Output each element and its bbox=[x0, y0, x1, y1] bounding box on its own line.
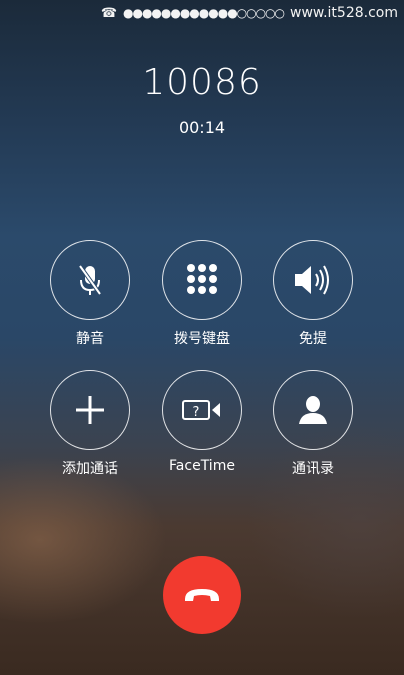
speaker-button[interactable] bbox=[273, 240, 353, 320]
speaker-label: 免提 bbox=[299, 331, 327, 347]
call-duration: 00:14 bbox=[178, 118, 226, 137]
keypad-label: 拨号键盘 bbox=[174, 331, 230, 347]
keypad-button[interactable] bbox=[162, 240, 242, 320]
add-call-button[interactable] bbox=[50, 370, 130, 450]
phone-icon: ☎ bbox=[100, 5, 118, 21]
mic-slash-icon bbox=[78, 264, 102, 296]
contacts-label: 通讯录 bbox=[292, 461, 334, 477]
facetime-button[interactable]: ? bbox=[162, 370, 242, 450]
hang-up-icon bbox=[185, 589, 219, 601]
signal-dots: ●●●●●●●●●●●●○○○○○ bbox=[123, 6, 285, 20]
plus-icon bbox=[76, 396, 104, 424]
end-call-button[interactable] bbox=[163, 556, 241, 634]
add-call-label: 添加通话 bbox=[62, 461, 118, 477]
contact-icon bbox=[299, 396, 327, 424]
mute-button[interactable] bbox=[50, 240, 130, 320]
keypad-icon bbox=[187, 264, 217, 294]
mute-label: 静音 bbox=[76, 331, 104, 347]
speaker-icon bbox=[295, 265, 329, 295]
caller-number: 10086 bbox=[142, 62, 262, 103]
contacts-button[interactable] bbox=[273, 370, 353, 450]
status-bar: ☎ ●●●●●●●●●●●●○○○○○ www.it528.com bbox=[0, 0, 404, 26]
svg-text:?: ? bbox=[193, 405, 200, 420]
facetime-icon: ? bbox=[182, 400, 220, 420]
facetime-label: FaceTime bbox=[169, 458, 235, 474]
watermark-text: www.it528.com bbox=[290, 5, 398, 21]
